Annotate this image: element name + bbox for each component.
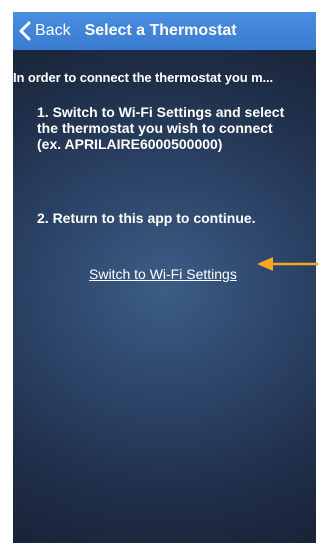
back-button[interactable]: Back [19,21,71,41]
back-label: Back [35,22,71,39]
switch-to-wifi-settings-link[interactable]: Switch to Wi-Fi Settings [89,266,237,282]
page-title: Select a Thermostat [84,22,237,39]
app-screen: Back Select a Thermostat In order to con… [13,12,316,543]
instruction-step-1: 1. Switch to Wi-Fi Settings and select t… [37,104,285,152]
instruction-step-2: 2. Return to this app to continue. [37,210,256,226]
intro-text: In order to connect the thermostat you m… [13,70,274,85]
chevron-left-icon [19,21,31,41]
arrow-left-icon [257,257,318,271]
navigation-bar: Back Select a Thermostat [13,12,316,50]
